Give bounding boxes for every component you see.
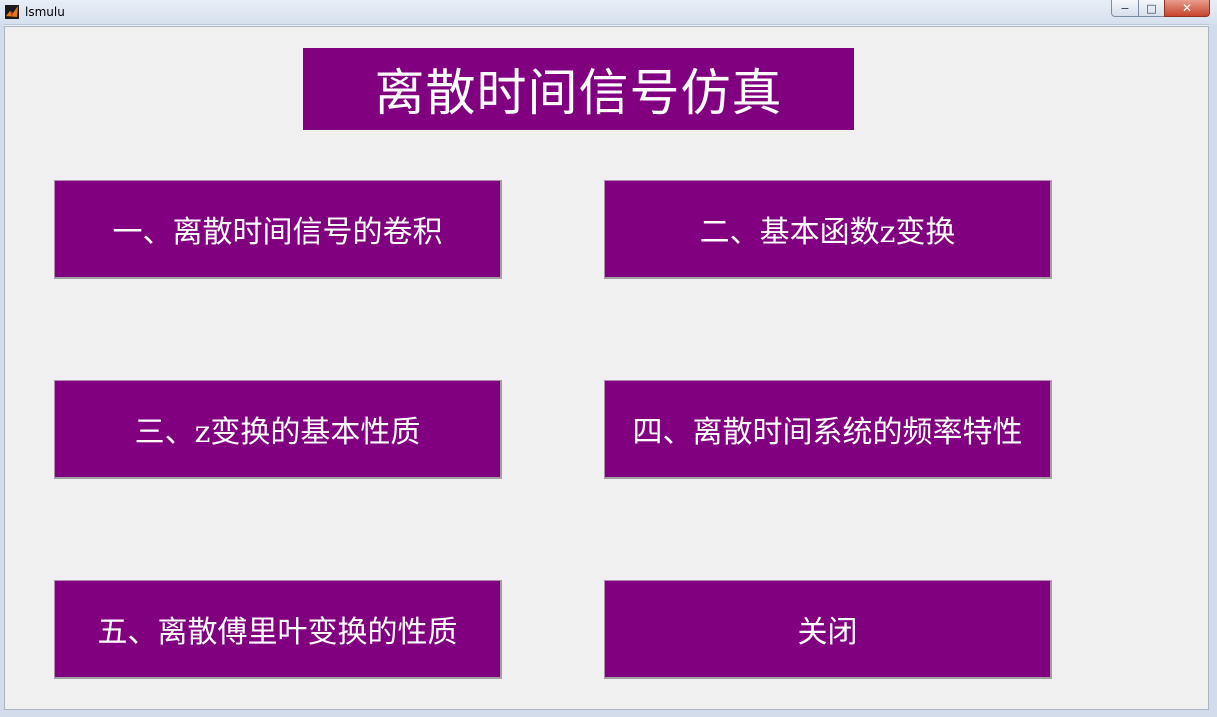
page-title: 离散时间信号仿真: [303, 48, 854, 130]
close-button[interactable]: 关闭: [604, 580, 1052, 679]
maximize-button[interactable]: □: [1138, 0, 1164, 17]
close-window-button[interactable]: ✕: [1164, 0, 1210, 17]
frequency-response-button[interactable]: 四、离散时间系统的频率特性: [604, 380, 1052, 479]
window-title: lsmulu: [25, 5, 65, 19]
basic-z-transform-button[interactable]: 二、基本函数z变换: [604, 180, 1052, 279]
matlab-icon: [5, 5, 19, 19]
window-controls: − □ ✕: [1111, 0, 1210, 18]
convolution-button[interactable]: 一、离散时间信号的卷积: [54, 180, 502, 279]
minimize-button[interactable]: −: [1111, 0, 1138, 17]
window-frame-right: [1209, 24, 1217, 717]
z-transform-properties-button[interactable]: 三、z变换的基本性质: [54, 380, 502, 479]
title-bar[interactable]: lsmulu − □ ✕: [0, 0, 1217, 25]
window-frame-bottom: [0, 710, 1217, 717]
dft-properties-button[interactable]: 五、离散傅里叶变换的性质: [54, 580, 502, 679]
app-window: lsmulu − □ ✕ 离散时间信号仿真 一、离散时间信号的卷积 二、基本函数…: [0, 0, 1217, 717]
